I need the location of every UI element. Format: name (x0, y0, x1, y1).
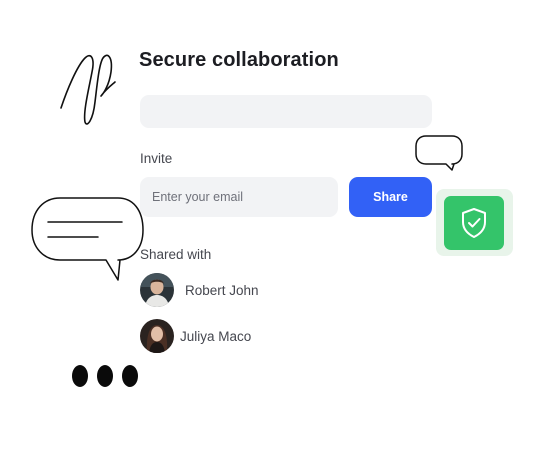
speech-bubble-icon (31, 197, 144, 281)
shared-with-label: Shared with (140, 247, 212, 262)
email-input[interactable] (140, 177, 338, 217)
shared-user-row: Robert John (140, 273, 259, 307)
security-badge (436, 189, 513, 256)
security-badge-tile (444, 196, 504, 250)
title-placeholder-bar (140, 95, 432, 128)
page-title: Secure collaboration (139, 49, 339, 71)
invite-label: Invite (140, 151, 173, 166)
shared-user-row: Juliya Maco (140, 319, 251, 353)
signature-doodle (60, 54, 116, 125)
chat-bubble-icon (415, 135, 463, 171)
ellipsis-dots-icon (72, 365, 138, 387)
share-button[interactable]: Share (349, 177, 432, 217)
avatar (140, 319, 174, 353)
avatar (140, 273, 174, 307)
shared-user-name: Juliya Maco (180, 328, 252, 344)
shared-user-name: Robert John (185, 282, 259, 298)
shield-check-icon (462, 208, 486, 238)
